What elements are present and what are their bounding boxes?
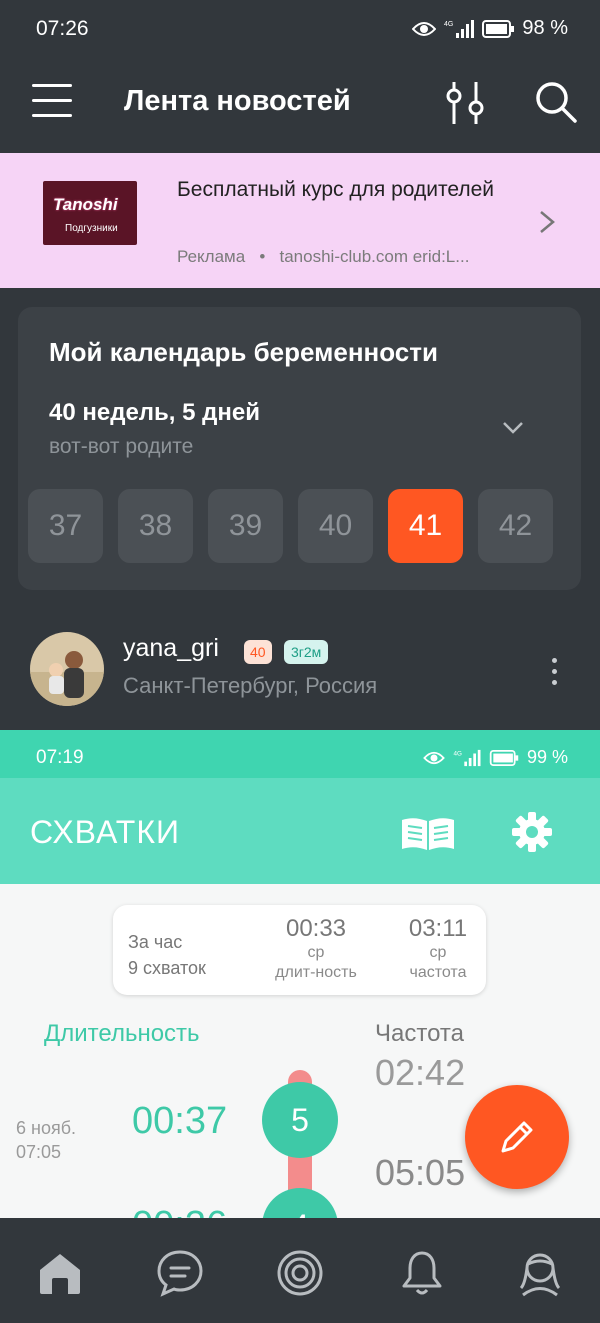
chevron-right-icon (540, 211, 555, 233)
avatar[interactable] (30, 632, 104, 706)
pregnancy-week-badge: 40 (244, 640, 272, 664)
previous-frequency: 02:42 (375, 1052, 466, 1093)
book-icon (402, 818, 454, 850)
week-chip[interactable]: 40 (298, 489, 373, 563)
child-age-badge: 3г2м (284, 640, 329, 664)
battery-icon (489, 749, 519, 766)
per-hour-label: За час (128, 932, 183, 952)
row-frequency: 05:05 (375, 1152, 466, 1193)
week-chip[interactable]: 39 (208, 489, 283, 563)
ad-meta: Реклама • tanoshi-club.com erid:L... (177, 247, 469, 267)
row-datetime: 6 нояб. 07:05 (16, 1116, 76, 1164)
ad-source: tanoshi-club.com erid:L... (279, 247, 470, 266)
row-date: 6 нояб. (16, 1118, 77, 1138)
avg-duration-label1: ср (307, 944, 325, 961)
row-duration: 00:37 (132, 1100, 228, 1142)
home-icon[interactable] (35, 1248, 85, 1298)
avg-duration-value: 00:33 (285, 915, 347, 942)
next-contraction-number: 4 (262, 1188, 338, 1218)
eye-icon (412, 21, 437, 36)
row-time: 07:05 (16, 1142, 62, 1162)
status-time: 07:26 (36, 17, 89, 40)
embedded-battery-level: 99 % (526, 747, 568, 767)
avg-frequency-label2: частота (409, 964, 467, 981)
ad-title: Бесплатный курс для родителей (177, 178, 494, 201)
avg-duration-label2: длит-ность (275, 964, 357, 981)
pencil-icon (501, 1121, 533, 1153)
bottom-navigation (0, 1218, 600, 1323)
embedded-status-indicators: 4G 99 % (423, 747, 568, 768)
avg-frequency-label1: ср (429, 944, 447, 961)
status-bar: 07:26 4G 98 % (0, 0, 600, 60)
signal-icon: 4G (444, 19, 475, 38)
duration-column-header: Длительность (44, 1020, 200, 1047)
page-title: Лента новостей (124, 85, 351, 117)
week-chip-active[interactable]: 41 (388, 489, 463, 563)
per-hour-count: 9 схваток (128, 958, 206, 978)
search-icon[interactable] (534, 80, 578, 124)
target-icon[interactable] (275, 1248, 325, 1298)
ad-label: Реклама (177, 247, 246, 266)
embedded-app-bar: СХВАТКИ (0, 778, 600, 884)
menu-icon[interactable] (32, 82, 72, 120)
post-location: Санкт-Петербург, Россия (123, 673, 378, 698)
signal-icon: 4G (453, 749, 481, 766)
profile-icon[interactable] (515, 1248, 565, 1298)
contractions-summary: За час 9 схваток 00:33 ср длит-ность 03:… (113, 905, 486, 995)
contraction-number: 5 (262, 1082, 338, 1158)
calendar-weeks-text: 40 недель, 5 дней (49, 399, 260, 426)
avg-duration: 00:33 ср длит-ность (261, 915, 371, 983)
more-options-icon[interactable] (548, 658, 560, 692)
embedded-status-bar: 07:19 4G 99 % (0, 730, 600, 778)
embedded-status-time: 07:19 (36, 747, 84, 768)
calendar-subtitle: вот-вот родите (49, 435, 194, 458)
bell-icon[interactable] (397, 1248, 447, 1298)
ad-separator: • (259, 247, 266, 266)
battery-icon (482, 19, 515, 38)
compose-button[interactable] (465, 1085, 569, 1189)
week-selector: 37 38 39 40 41 42 (28, 489, 553, 563)
post-header: yana_gri 40 3г2м Санкт-Петербург, Россия (0, 610, 600, 730)
embedded-app-title: СХВАТКИ (30, 814, 180, 850)
post-username[interactable]: yana_gri (123, 634, 219, 663)
app-bar: Лента новостей (0, 60, 600, 153)
network-label: 4G (444, 21, 453, 28)
avg-frequency: 03:11 ср частота (393, 915, 483, 983)
summary-period: За час 9 схваток (128, 929, 206, 981)
embedded-network-label: 4G (453, 750, 462, 757)
ad-logo-brand: Tanoshi (53, 195, 118, 214)
week-chip[interactable]: 38 (118, 489, 193, 563)
ad-banner[interactable]: Tanoshi Подгузники Бесплатный курс для р… (0, 153, 600, 288)
status-indicators: 4G 98 % (412, 17, 568, 40)
pregnancy-calendar-card: Мой календарь беременности 40 недель, 5 … (18, 307, 581, 590)
calendar-title: Мой календарь беременности (49, 337, 438, 367)
battery-level: 98 % (522, 17, 568, 39)
week-chip[interactable]: 42 (478, 489, 553, 563)
gear-icon (512, 812, 552, 852)
chevron-down-icon[interactable] (502, 421, 524, 435)
ad-logo: Tanoshi Подгузники (43, 181, 137, 245)
next-row-duration: 00:36 (132, 1204, 227, 1218)
eye-icon (423, 751, 445, 764)
week-chip[interactable]: 37 (28, 489, 103, 563)
chat-icon[interactable] (155, 1248, 205, 1298)
filter-icon[interactable] (444, 80, 486, 126)
ad-logo-sub: Подгузники (65, 223, 118, 234)
avg-frequency-value: 03:11 (408, 915, 468, 942)
frequency-column-header: Частота (375, 1020, 464, 1047)
